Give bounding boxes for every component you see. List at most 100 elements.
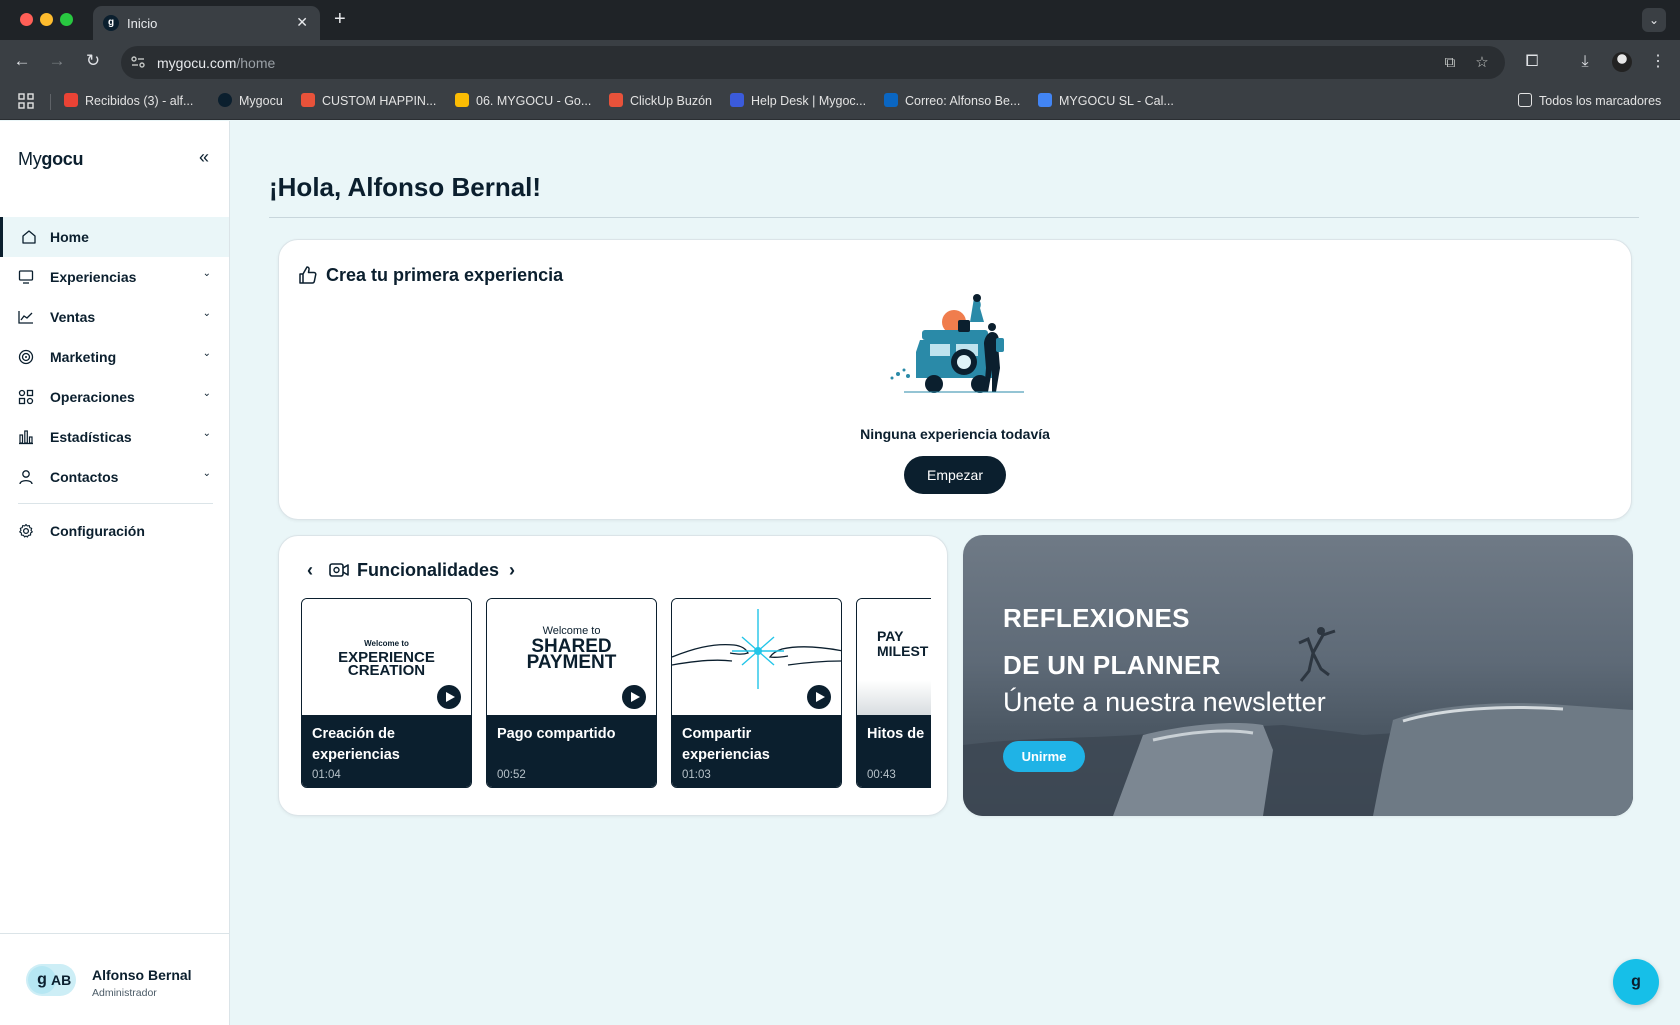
apps-grid-icon[interactable] (18, 93, 34, 111)
video-duration: 00:52 (497, 769, 526, 781)
tab-title: Inicio (127, 16, 158, 31)
play-icon[interactable] (622, 685, 646, 709)
folder-icon (1518, 93, 1532, 107)
newsletter-title: REFLEXIONES DE UN PLANNER (1003, 603, 1221, 680)
sidebar-item-home[interactable]: Home (0, 217, 229, 257)
sidebar-item-label: Ventas (50, 309, 96, 325)
play-icon[interactable] (437, 685, 461, 709)
experience-card-title: Crea tu primera experiencia (298, 265, 563, 286)
sidebar-item-configuracion[interactable]: Configuración (0, 511, 229, 551)
sidebar-item-estadisticas[interactable]: Estadísticas ⌄ (0, 417, 229, 457)
bookmarks-separator (50, 94, 51, 110)
bookmark-star-icon[interactable]: ☆ (1473, 54, 1491, 72)
bookmark-item[interactable]: CUSTOM HAPPIN... (301, 93, 436, 111)
browser-tab-active[interactable]: g Inicio ✕ (93, 6, 320, 40)
window-maximize-button[interactable] (60, 13, 73, 26)
collapse-sidebar-icon[interactable]: « (199, 147, 209, 168)
video-title: Hitos de (867, 726, 925, 742)
video-thumbnail: Welcome to EXPERIENCE CREATION (302, 599, 471, 715)
monitor-icon (18, 270, 34, 284)
translate-icon[interactable]: ⧉ (1441, 54, 1459, 72)
forward-button[interactable]: → (46, 51, 68, 71)
sidebar-item-label: Estadísticas (50, 429, 132, 445)
mygocu-favicon-icon: g (103, 15, 119, 31)
window-minimize-button[interactable] (40, 13, 53, 26)
sidebar-nav-config: Configuración (0, 511, 229, 551)
sidebar-item-contactos[interactable]: Contactos ⌄ (0, 457, 229, 497)
brand-logo[interactable]: Mygocu (18, 149, 84, 170)
bookmarks-bar: Recibidos (3) - alf... Mygocu CUSTOM HAP… (0, 84, 1680, 120)
avatar-initials: AB (51, 972, 72, 988)
feature-video-tile[interactable]: PAY MILEST Hitos de 00:43 (856, 598, 931, 788)
bookmark-item[interactable]: Help Desk | Mygoc... (730, 93, 866, 111)
sidebar-item-label: Marketing (50, 349, 117, 365)
video-thumbnail: PAY MILEST (857, 599, 931, 715)
chevron-down-icon: ⌄ (202, 468, 211, 479)
features-carousel: Welcome to EXPERIENCE CREATION Creación … (301, 598, 931, 790)
profile-avatar[interactable] (1612, 52, 1632, 72)
newsletter-subtitle: Únete a nuestra newsletter (1003, 687, 1326, 717)
video-info: Creación de experiencias 01:04 (302, 715, 471, 787)
gmail-icon (64, 93, 78, 107)
extensions-icon[interactable]: ⧠ (1522, 52, 1542, 72)
sidebar-item-experiencias[interactable]: Experiencias ⌄ (0, 257, 229, 297)
join-newsletter-button[interactable]: Unirme (1003, 741, 1085, 772)
help-chat-button[interactable]: g (1613, 959, 1659, 1005)
drive-icon (455, 93, 469, 107)
download-icon[interactable]: ⤓ (1575, 52, 1595, 72)
sidebar-item-label: Contactos (50, 469, 119, 485)
user-name: Alfonso Bernal (92, 967, 192, 983)
clickup-icon (301, 93, 315, 107)
outlook-icon (884, 93, 898, 107)
video-title: Pago compartido (497, 726, 616, 742)
chevron-left-icon[interactable]: ‹ (307, 560, 325, 581)
bookmark-item[interactable]: Recibidos (3) - alf... (64, 93, 193, 111)
mygocu-icon (218, 93, 232, 107)
sidebar-item-label: Configuración (50, 523, 145, 539)
gear-icon (19, 523, 33, 538)
tab-search-button[interactable]: ⌄ (1642, 8, 1666, 32)
new-tab-button[interactable]: + (334, 8, 346, 31)
play-icon[interactable] (807, 685, 831, 709)
feature-video-tile[interactable]: Welcome to SHARED PAYMENT Pago compartid… (486, 598, 657, 788)
sidebar-item-ventas[interactable]: Ventas ⌄ (0, 297, 229, 337)
bar-chart-icon (19, 430, 33, 445)
sidebar-item-label: Home (50, 229, 89, 245)
feature-video-tile[interactable]: Welcome to EXPERIENCE CREATION Creación … (301, 598, 472, 788)
sidebar-item-marketing[interactable]: Marketing ⌄ (0, 337, 229, 377)
bookmark-item[interactable]: MYGOCU SL - Cal... (1038, 93, 1174, 111)
line-chart-icon (18, 311, 33, 324)
bookmark-item[interactable]: 06. MYGOCU - Go... (455, 93, 591, 111)
bookmark-item[interactable]: Correo: Alfonso Be... (884, 93, 1020, 111)
tab-close-icon[interactable]: ✕ (296, 14, 308, 31)
video-info: Pago compartido 00:52 (487, 715, 656, 787)
video-duration: 01:04 (312, 769, 341, 781)
user-panel[interactable]: g AB Alfonso Bernal Administrador (0, 933, 229, 1025)
user-icon (19, 470, 33, 485)
bookmark-item[interactable]: ClickUp Buzón (609, 93, 712, 111)
chevron-down-icon: ⌄ (202, 428, 211, 439)
window-close-button[interactable] (20, 13, 33, 26)
browser-menu-icon[interactable]: ⋮ (1648, 52, 1668, 72)
site-settings-icon[interactable] (130, 54, 146, 70)
avatar: g AB (26, 964, 76, 996)
back-button[interactable]: ← (11, 51, 33, 71)
sidebar-item-operaciones[interactable]: Operaciones ⌄ (0, 377, 229, 417)
chevron-right-icon[interactable]: › (509, 560, 527, 581)
video-thumbnail: Welcome to SHARED PAYMENT (487, 599, 656, 715)
reload-button[interactable]: ↻ (82, 51, 104, 71)
video-thumbnail (672, 599, 841, 715)
sidebar-nav: Home Experiencias ⌄ Ventas ⌄ Marketing ⌄… (0, 217, 229, 497)
features-title: Funcionalidades (357, 560, 500, 580)
video-duration: 00:43 (867, 769, 896, 781)
chevron-down-icon: ⌄ (202, 348, 211, 359)
thumbs-up-icon (299, 266, 317, 284)
sidebar-item-label: Experiencias (50, 269, 137, 285)
all-bookmarks-folder[interactable]: Todos los marcadores (1518, 93, 1661, 111)
bookmark-item[interactable]: Mygocu (218, 93, 283, 111)
address-bar[interactable]: mygocu.com/home ⧉ ☆ (121, 46, 1505, 79)
start-button[interactable]: Empezar (904, 456, 1006, 494)
features-header: ‹ Funcionalidades › (307, 560, 527, 584)
browser-tab-bar: g Inicio ✕ + ⌄ (0, 0, 1680, 40)
feature-video-tile[interactable]: Compartir experiencias 01:03 (671, 598, 842, 788)
